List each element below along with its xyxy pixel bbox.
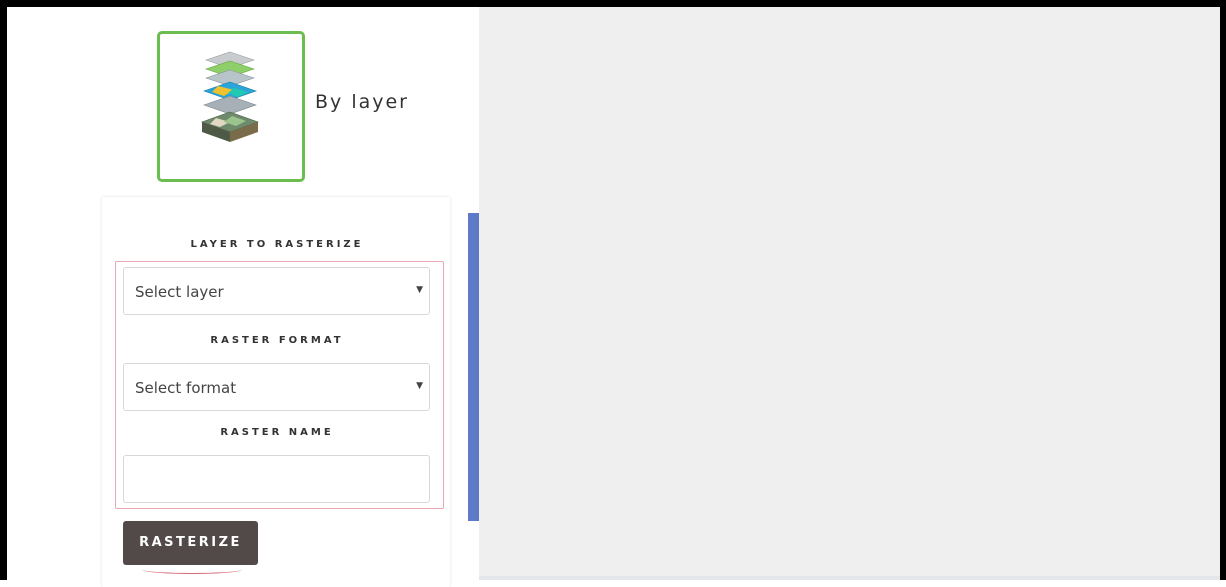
left-panel: By layer LAYER TO RASTERIZE Select layer… [7, 7, 479, 587]
chevron-down-icon: ▼ [416, 381, 423, 391]
rasterize-form-card: LAYER TO RASTERIZE Select layer ▼ RASTER… [102, 197, 450, 587]
button-focus-underline [142, 565, 242, 574]
map-bottom-strip [479, 576, 1220, 580]
raster-format-label: RASTER FORMAT [210, 335, 344, 346]
raster-name-input[interactable] [123, 455, 430, 503]
chevron-down-icon: ▼ [416, 285, 423, 295]
by-layer-caption: By layer [315, 91, 409, 113]
format-select[interactable]: Select format ▼ [123, 363, 430, 411]
layer-select[interactable]: Select layer ▼ [123, 267, 430, 315]
format-select-value: Select format [135, 379, 237, 397]
layers-stack-icon [201, 51, 259, 142]
layer-select-value: Select layer [135, 283, 224, 301]
map-canvas[interactable] [479, 7, 1220, 580]
layer-tool-card[interactable] [157, 31, 305, 182]
panel-scrollbar[interactable] [468, 213, 479, 521]
raster-name-label: RASTER NAME [220, 427, 334, 438]
layer-to-rasterize-label: LAYER TO RASTERIZE [190, 239, 364, 250]
rasterize-button[interactable]: RASTERIZE [123, 521, 258, 565]
